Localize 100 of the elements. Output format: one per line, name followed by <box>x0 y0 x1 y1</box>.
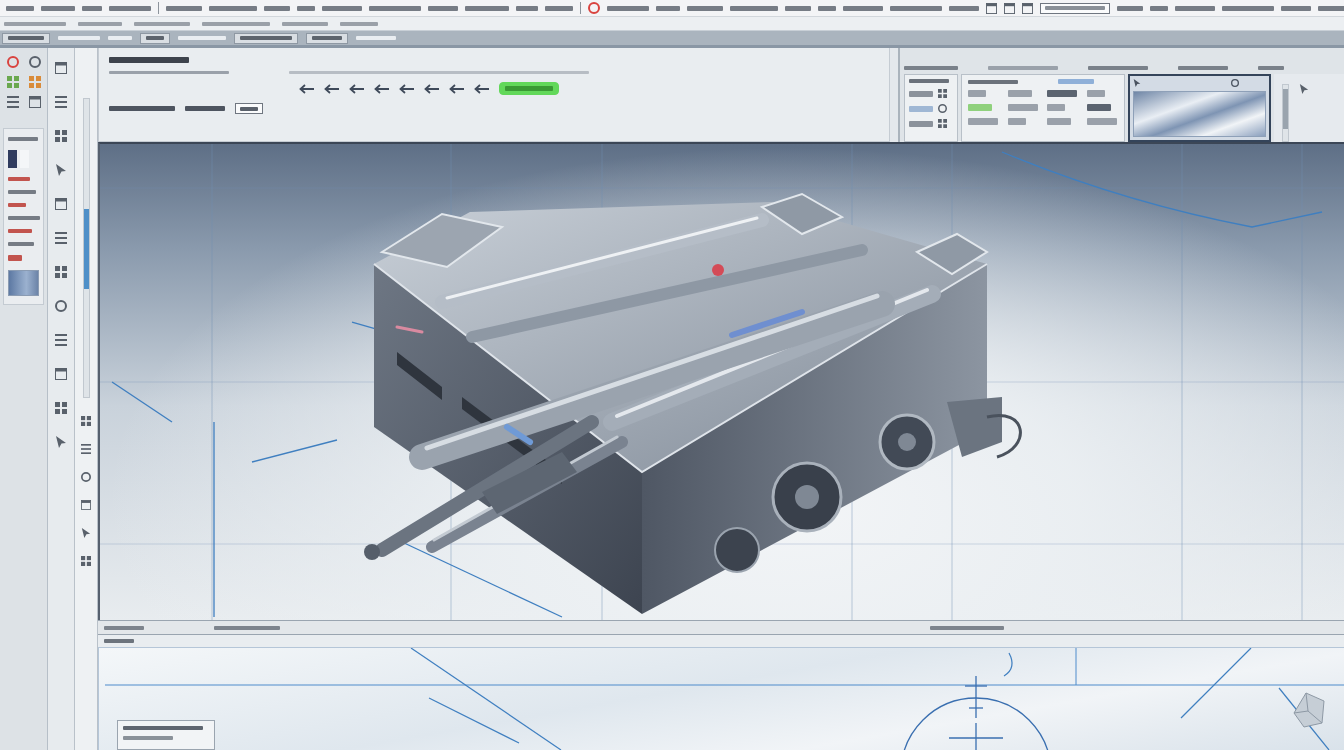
grid-icon[interactable] <box>938 119 947 128</box>
palette-item[interactable] <box>909 90 933 97</box>
ribbon-tab[interactable] <box>234 32 298 44</box>
grid-icon[interactable] <box>938 89 947 98</box>
menu-item[interactable] <box>545 5 573 11</box>
menu-item[interactable] <box>687 5 723 11</box>
window-icon[interactable] <box>81 500 91 510</box>
ribbon-tab[interactable] <box>2 32 50 44</box>
menu-item[interactable] <box>264 5 290 11</box>
palette-item[interactable] <box>1086 118 1117 125</box>
menu-item[interactable] <box>428 5 458 11</box>
blurred-text <box>1088 66 1148 70</box>
menu-item[interactable] <box>1318 5 1344 11</box>
arrow-icon <box>324 83 340 94</box>
menu-item[interactable] <box>730 5 778 11</box>
blurred-text <box>8 255 22 261</box>
circle-icon[interactable] <box>1231 79 1239 87</box>
toolbar-item[interactable] <box>4 21 66 26</box>
window-icon[interactable] <box>55 368 67 380</box>
menu-item[interactable] <box>6 5 34 11</box>
blurred-text <box>8 242 34 246</box>
blurred-text <box>8 229 32 233</box>
menu-item[interactable] <box>109 5 151 11</box>
circle-icon[interactable] <box>588 2 600 14</box>
toolbar-item[interactable] <box>282 21 328 26</box>
window-icon[interactable] <box>55 62 67 74</box>
circle-icon[interactable] <box>29 56 41 68</box>
menu-item[interactable] <box>1150 5 1168 11</box>
ribbon-tab[interactable] <box>306 32 348 44</box>
circle-icon[interactable] <box>81 472 91 482</box>
menu-item[interactable] <box>516 5 538 11</box>
color-swatch[interactable] <box>8 150 17 168</box>
scrollbar[interactable] <box>1282 84 1289 142</box>
circle-icon[interactable] <box>55 300 67 312</box>
toolbar-item[interactable] <box>340 21 378 26</box>
blurred-text <box>8 177 30 181</box>
toolbar-item[interactable] <box>78 21 122 26</box>
toolbar-item[interactable] <box>134 21 190 26</box>
palette-item[interactable] <box>1086 90 1105 97</box>
menu-item[interactable] <box>843 5 883 11</box>
grid-icon[interactable] <box>81 416 91 426</box>
window-icon[interactable] <box>986 2 997 14</box>
menu-item[interactable] <box>607 5 649 11</box>
ribbon-tab[interactable] <box>140 32 170 44</box>
arrow-icon <box>299 83 315 94</box>
palette-item[interactable] <box>1086 104 1111 111</box>
blurred-text <box>8 216 40 220</box>
list-icon[interactable] <box>81 444 91 454</box>
window-icon[interactable] <box>1004 2 1015 14</box>
preview-panel[interactable] <box>1128 74 1271 142</box>
menu-item[interactable] <box>1281 5 1311 11</box>
grid-icon[interactable] <box>55 266 67 278</box>
menu-item[interactable] <box>297 5 315 11</box>
window-icon[interactable] <box>55 198 67 210</box>
palette-item[interactable] <box>1007 104 1038 111</box>
palette-item[interactable] <box>1007 118 1026 125</box>
toolbar-item[interactable] <box>202 21 270 26</box>
menu-item[interactable] <box>1117 5 1143 11</box>
thumbnail-image <box>8 270 39 296</box>
grid-icon[interactable] <box>55 402 67 414</box>
list-icon[interactable] <box>55 96 67 108</box>
palette-item[interactable] <box>909 120 933 127</box>
window-icon[interactable] <box>29 96 41 108</box>
menu-item[interactable] <box>949 5 979 11</box>
menu-item[interactable] <box>322 5 362 11</box>
cursor-icon[interactable] <box>1299 84 1309 94</box>
list-icon[interactable] <box>7 96 19 108</box>
list-icon[interactable] <box>55 334 67 346</box>
menu-item[interactable] <box>818 5 836 11</box>
view-cube-icon[interactable] <box>1293 692 1325 728</box>
list-icon[interactable] <box>55 232 67 244</box>
input-field[interactable] <box>235 103 263 114</box>
window-icon[interactable] <box>1022 2 1033 14</box>
arrow-icon <box>474 83 490 94</box>
menu-item[interactable] <box>41 5 75 11</box>
menu-item[interactable] <box>1222 5 1274 11</box>
menu-item[interactable] <box>82 5 102 11</box>
menu-item[interactable] <box>785 5 811 11</box>
menu-item[interactable] <box>1175 5 1215 11</box>
arrow-icon <box>399 83 415 94</box>
cursor-icon[interactable] <box>55 164 67 176</box>
menu-item[interactable] <box>209 5 257 11</box>
blurred-text <box>988 66 1058 70</box>
scrollbar[interactable] <box>82 98 90 398</box>
blurred-text <box>104 639 134 643</box>
grid-icon[interactable] <box>55 130 67 142</box>
palette-item[interactable] <box>1007 90 1032 97</box>
menu-item[interactable] <box>465 5 509 11</box>
menu-item[interactable] <box>656 5 680 11</box>
blurred-text <box>214 625 280 630</box>
cursor-icon[interactable] <box>81 528 91 538</box>
menu-item[interactable] <box>890 5 942 11</box>
menu-item[interactable] <box>166 5 202 11</box>
circle-icon[interactable] <box>938 104 947 113</box>
input-field[interactable] <box>1040 2 1110 14</box>
grid-icon[interactable] <box>81 556 91 566</box>
menu-item[interactable] <box>369 5 421 11</box>
cursor-icon[interactable] <box>1133 79 1141 87</box>
circle-icon[interactable] <box>7 56 19 68</box>
cursor-icon[interactable] <box>55 436 67 448</box>
